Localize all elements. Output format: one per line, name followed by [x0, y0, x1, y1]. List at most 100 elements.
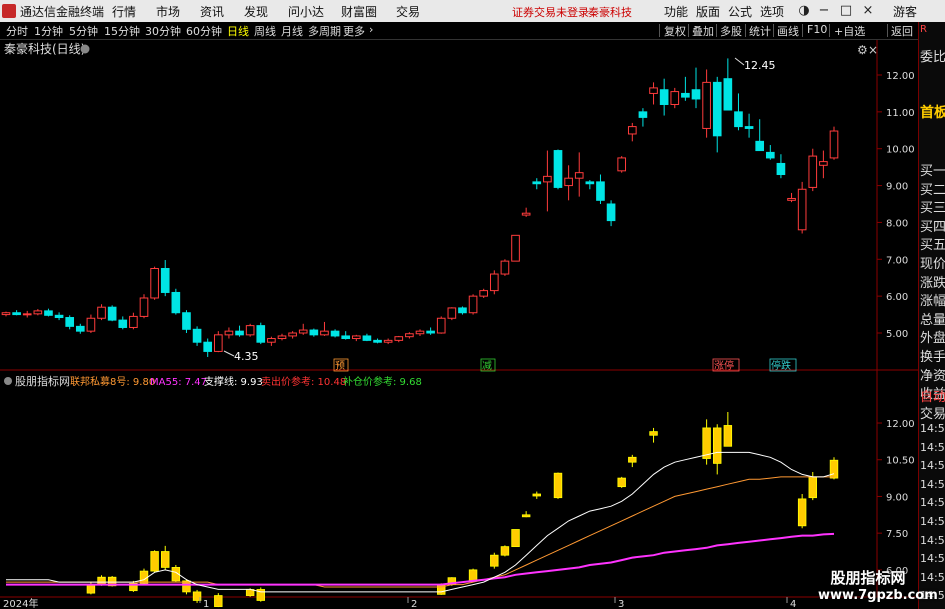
- candle-71: [755, 119, 765, 152]
- candle-69: [734, 93, 743, 131]
- chart-settings-icon[interactable]: ⚙: [857, 43, 868, 57]
- panel-label-0: 买一: [920, 164, 945, 179]
- indicator-param-sell: 卖出价参考: 10.48: [261, 375, 346, 388]
- candle-57: [606, 200, 616, 227]
- panel-time-2: 14:56: [920, 459, 945, 473]
- candle-23: [245, 323, 255, 337]
- candle-56: [596, 174, 605, 204]
- candle-65: [691, 67, 701, 109]
- candle-2: [22, 310, 32, 318]
- candle-10: [107, 305, 117, 322]
- candle-54: [574, 152, 584, 197]
- site-watermark: 股朋指标网 www.7gpzb.com: [818, 566, 938, 608]
- candle-68: [723, 58, 733, 111]
- panel-time-5: 14:56: [920, 515, 945, 528]
- indicator-param-support: 支撑线: 9.93: [204, 375, 263, 388]
- ind-y-label-4: 12.00: [886, 419, 915, 430]
- panel-time-1: 14:56: [920, 440, 945, 454]
- candle-37: [394, 335, 404, 343]
- main-y-label-2: 7.00: [886, 255, 908, 266]
- candle-9: [97, 304, 106, 321]
- indicator-param-add: 补仓价参考: 9.68: [343, 375, 422, 388]
- panel-label-4: 买五: [920, 238, 945, 254]
- chart-area[interactable]: 秦豪科技(日线) ⚙ × 5.006.007.008.009.0010.0011…: [0, 0, 918, 609]
- panel-trade[interactable]: 交易: [920, 403, 945, 422]
- candle-58: [617, 156, 627, 173]
- candle-30: [320, 321, 329, 336]
- panel-first-board: 首板: [920, 105, 945, 121]
- candle-3: [33, 309, 43, 316]
- candle-66: [702, 69, 711, 138]
- signal-bar-68: [723, 412, 733, 447]
- panel-order-ratio: 委比: [920, 50, 945, 65]
- candle-7: [75, 323, 85, 334]
- panel-label-7: 涨幅: [920, 294, 945, 310]
- candle-13: [139, 294, 149, 319]
- main-y-label-4: 9.00: [886, 182, 908, 193]
- signal-bar-20: [214, 593, 223, 608]
- main-y-label-7: 12.00: [886, 71, 915, 82]
- candle-46: [489, 270, 499, 295]
- signal-bar-16: [171, 564, 181, 583]
- panel-r-icon[interactable]: R: [920, 24, 927, 35]
- x-axis-year: 2024年: [3, 597, 38, 609]
- candle-55: [585, 180, 595, 190]
- header-dropdown-icon[interactable]: [80, 44, 90, 54]
- panel-label-11: 净资: [920, 368, 945, 384]
- candle-18: [192, 326, 202, 346]
- signal-bar-78: [829, 457, 839, 480]
- candle-11: [118, 316, 128, 330]
- candle-24: [256, 322, 266, 345]
- ind-y-label-1: 7.50: [886, 529, 908, 540]
- signal-tag-reduce-text: 减: [482, 360, 492, 372]
- candle-33: [351, 334, 361, 342]
- x-axis-month-4: 4: [790, 599, 796, 609]
- signal-bar-58: [617, 476, 626, 488]
- signal-tag-stop-fall-text: 停跌: [771, 359, 791, 372]
- signal-bar-67: [713, 424, 722, 475]
- indicator-line-2: [6, 451, 835, 593]
- high-label: 12.45: [744, 59, 776, 72]
- chart-close-icon[interactable]: ×: [868, 43, 878, 57]
- main-y-label-5: 10.00: [886, 145, 915, 156]
- x-axis-month-1: 1: [203, 599, 209, 609]
- candle-73: [776, 154, 786, 179]
- panel-label-10: 换手: [920, 350, 945, 365]
- candle-62: [659, 78, 669, 116]
- signal-bar-66: [702, 419, 711, 465]
- candle-34: [362, 333, 372, 342]
- indicator-param-ma55: MA55: 7.47: [150, 377, 207, 388]
- candle-45: [479, 288, 489, 298]
- signal-bar-75: [797, 494, 807, 529]
- signal-tag-limit-up-text: 涨停: [714, 359, 734, 372]
- main-y-label-3: 8.00: [886, 218, 908, 229]
- indicator-param-lianbang: 联邦私募8号: 9.80: [70, 375, 155, 388]
- main-chart-title: 秦豪科技(日线): [4, 41, 85, 56]
- candle-48: [511, 234, 520, 262]
- candle-8: [86, 314, 96, 333]
- candle-44: [468, 294, 478, 315]
- candle-4: [44, 308, 53, 317]
- signal-bar-15: [161, 545, 170, 570]
- watermark-url: www.7gpzb.com: [818, 588, 938, 603]
- candle-72: [765, 145, 775, 160]
- panel-label-2: 买三: [920, 201, 945, 217]
- panel-label-5: 现价: [920, 257, 945, 272]
- candle-67: [712, 76, 722, 153]
- indicator-y-axis: 6.007.509.0010.5012.00: [877, 419, 915, 577]
- candle-6: [65, 315, 75, 330]
- candle-38: [405, 332, 414, 339]
- panel-time-0: 14:56: [920, 422, 945, 435]
- candle-77: [819, 150, 828, 179]
- indicator-bars: [86, 412, 839, 608]
- panel-label-3: 买四: [920, 219, 945, 235]
- candle-63: [670, 87, 680, 109]
- indicator-dropdown-icon[interactable]: [4, 377, 12, 385]
- candle-43: [458, 306, 467, 315]
- signal-bar-50: [532, 491, 541, 499]
- candle-59: [627, 122, 637, 142]
- panel-label-1: 买二: [920, 182, 945, 198]
- candle-27: [288, 331, 297, 339]
- signal-bar-47: [500, 545, 510, 557]
- indicator-name[interactable]: 股朋指标网: [15, 374, 70, 388]
